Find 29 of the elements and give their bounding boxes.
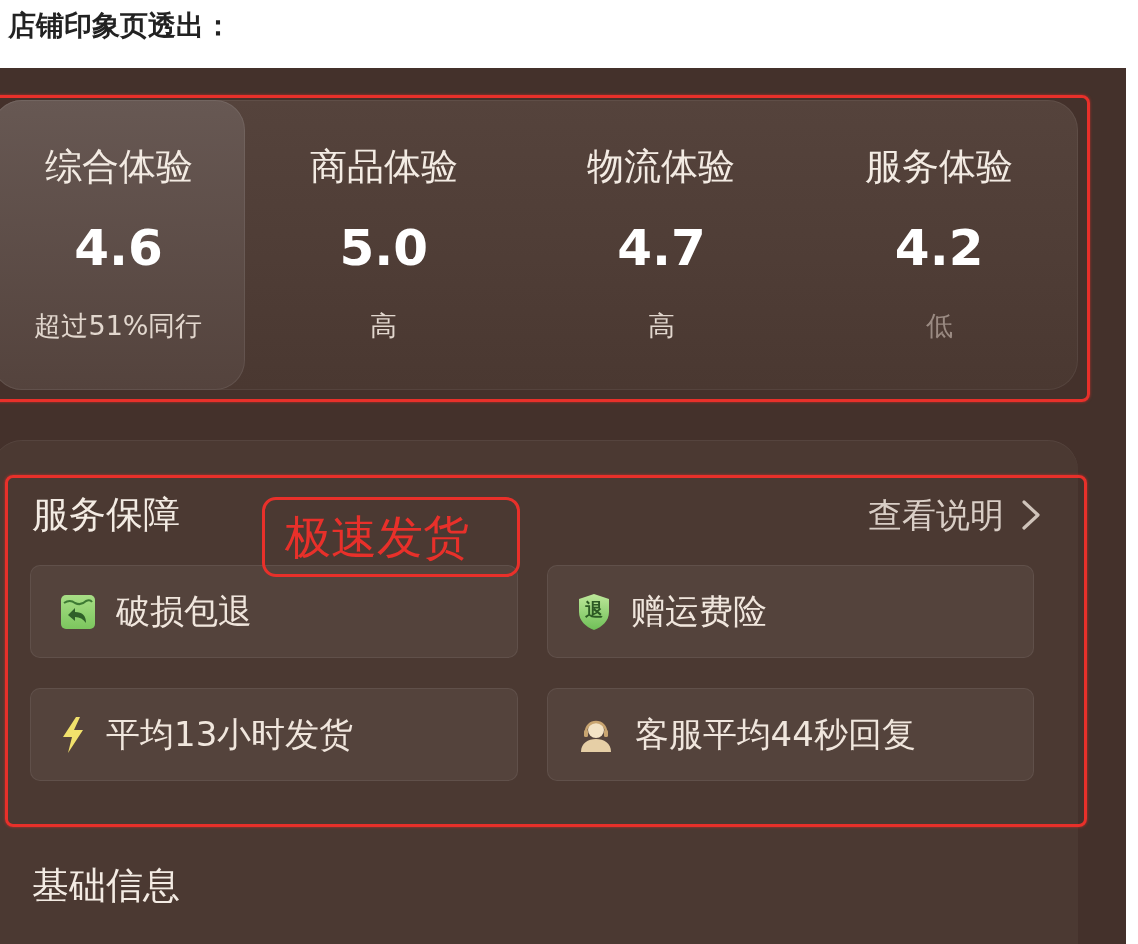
score-label: 商品体验 (309, 146, 458, 188)
service-label: 破损包退 (116, 589, 252, 633)
chevron-right-icon (1022, 500, 1040, 530)
score-label: 综合体验 (44, 146, 193, 188)
return-box-icon (61, 594, 95, 629)
section-title: 基础信息 (32, 866, 180, 906)
score-tab[interactable]: 服务体验 4.2 低 (800, 100, 1078, 390)
score-note: 超过51%同行 (34, 309, 203, 343)
score-tab[interactable]: 商品体验 5.0 高 (245, 100, 523, 390)
score-value: 4.6 (74, 218, 163, 278)
service-label: 赠运费险 (630, 589, 767, 633)
annotation-label: 极速发货 (262, 497, 520, 577)
service-label: 平均13小时发货 (106, 712, 354, 756)
score-value: 4.2 (894, 218, 984, 278)
score-note: 高 (648, 309, 675, 343)
score-value: 4.7 (617, 218, 706, 278)
score-note: 低 (925, 309, 953, 343)
shield-icon: 退 (577, 592, 610, 631)
score-note: 高 (370, 309, 398, 343)
service-label: 客服平均44秒回复 (634, 712, 916, 756)
score-value: 5.0 (339, 218, 429, 278)
view-details-link[interactable]: 查看说明 (868, 495, 1040, 535)
score-label: 服务体验 (865, 146, 1014, 188)
page-title: 店铺印象页透出： (8, 8, 232, 44)
section-title: 服务保障 (32, 495, 180, 535)
score-tab[interactable]: 物流体验 4.7 高 (522, 100, 801, 390)
lightning-icon (61, 716, 85, 753)
score-label: 物流体验 (587, 146, 736, 188)
score-tab[interactable]: 综合体验 4.6 超过51%同行 (0, 100, 245, 390)
